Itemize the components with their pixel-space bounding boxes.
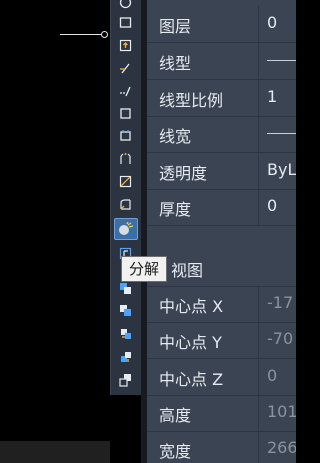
prop-value[interactable]: 0 [267,366,277,385]
prop-value[interactable]: 1 [267,87,277,106]
draw-order-front-icon[interactable] [117,280,134,297]
column-divider [258,116,259,152]
column-divider [258,322,259,358]
circle-icon[interactable] [117,0,134,11]
lineweight-preview[interactable] [267,133,296,134]
column-divider [258,80,259,116]
prop-value[interactable]: -70 [267,329,293,348]
column-divider [258,189,259,225]
section-header-view[interactable]: 视图 [147,250,296,287]
text-front-icon[interactable] [117,371,134,388]
prop-value[interactable]: 266 [267,438,296,457]
modify-toolbar [110,0,142,395]
tool-tooltip: 分解 [121,256,168,282]
prop-row-width[interactable]: 宽度 266 [147,431,296,463]
column-divider [258,43,259,79]
prop-row-layer[interactable]: 图层 0 [147,6,296,43]
explode-icon[interactable] [114,218,138,240]
prop-value[interactable]: 0 [267,196,277,215]
column-divider [258,153,259,189]
prop-label: 线型比例 [159,91,224,110]
break-icon[interactable] [117,105,134,122]
column-divider [258,286,259,322]
prop-label: 线型 [159,54,192,73]
column-divider [258,395,259,431]
drawn-line[interactable] [60,34,104,35]
prop-label: 厚度 [159,200,192,219]
prop-label: 图层 [159,17,192,36]
prop-label: 宽度 [159,442,192,461]
prop-row-center-x[interactable]: 中心点 X -17 [147,286,296,323]
prop-value[interactable]: ByL [267,160,296,179]
insert-block-icon[interactable] [117,37,134,54]
blend-curves-icon[interactable] [117,196,134,213]
prop-label: 高度 [159,406,192,425]
chamfer-icon[interactable] [117,150,134,167]
prop-value[interactable]: -17 [267,293,293,312]
line-grip[interactable] [101,31,108,38]
prop-value[interactable]: 101 [267,402,296,421]
section-title: 视图 [171,261,204,280]
bring-above-icon[interactable] [117,325,134,342]
prop-label: 线宽 [159,127,192,146]
command-line-bar [0,441,110,463]
prop-value[interactable]: 0 [267,13,277,32]
prop-row-center-z[interactable]: 中心点 Z 0 [147,359,296,396]
trim-icon[interactable] [117,60,134,77]
rectangle-icon[interactable] [117,14,134,31]
prop-label: 透明度 [159,164,208,183]
prop-label: 中心点 X [159,297,224,316]
column-divider [258,359,259,395]
prop-row-lineweight[interactable]: 线宽 [147,116,296,153]
prop-row-linetype-scale[interactable]: 线型比例 1 [147,80,296,117]
column-divider [258,6,259,42]
extend-icon[interactable] [117,83,134,100]
properties-panel: 图层 0 线型 线型比例 1 线宽 透明度 ByL 厚度 0 视图 中心点 X … [147,0,296,463]
send-under-icon[interactable] [117,348,134,365]
prop-row-transparency[interactable]: 透明度 ByL [147,153,296,190]
draw-order-back-icon[interactable] [117,302,134,319]
fillet-icon[interactable] [117,173,134,190]
column-divider [258,431,259,463]
prop-row-linetype[interactable]: 线型 [147,43,296,80]
prop-row-thickness[interactable]: 厚度 0 [147,189,296,226]
join-icon[interactable] [117,127,134,144]
linetype-preview[interactable] [267,60,296,61]
prop-row-height[interactable]: 高度 101 [147,395,296,432]
prop-label: 中心点 Z [159,370,224,389]
prop-row-center-y[interactable]: 中心点 Y -70 [147,322,296,359]
prop-label: 中心点 Y [159,333,222,352]
drawing-canvas[interactable] [0,0,110,463]
